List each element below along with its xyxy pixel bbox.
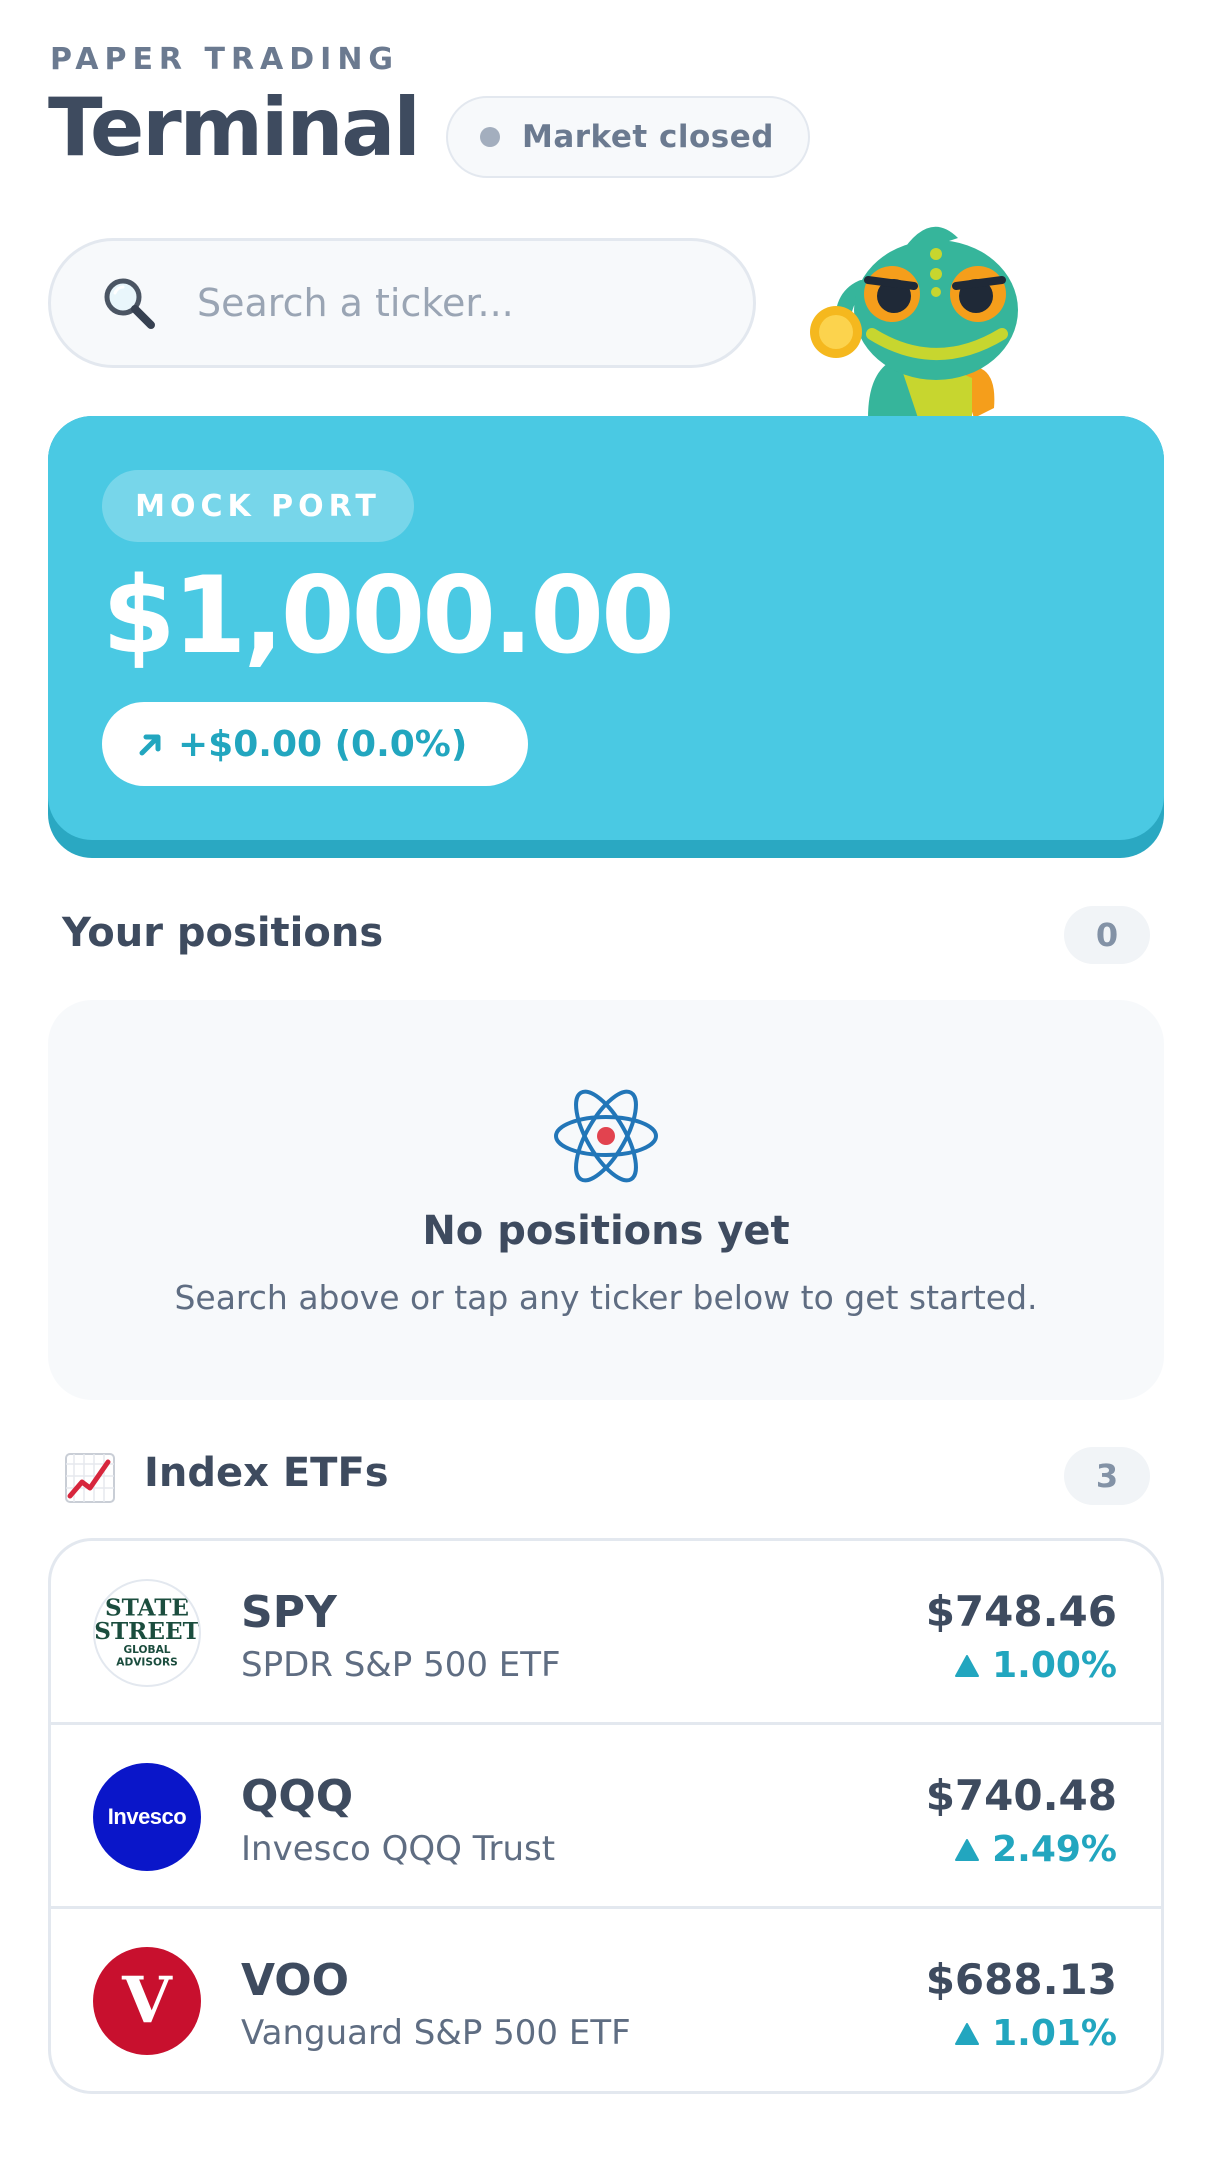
empty-state-title: No positions yet xyxy=(422,1208,790,1254)
chart-increasing-icon xyxy=(65,1453,115,1503)
portfolio-change-value: +$0.00 (0.0%) xyxy=(178,723,468,765)
atom-icon xyxy=(554,1089,658,1183)
positions-heading: Your positions xyxy=(62,910,384,956)
magnifying-glass-icon xyxy=(104,278,155,329)
etf-change-value: 2.49% xyxy=(992,1829,1117,1870)
logo-line-2: STREET xyxy=(95,1618,199,1645)
etf-change-value: 1.01% xyxy=(992,2013,1117,2054)
positions-count-badge: 0 xyxy=(1064,906,1150,964)
arrow-up-right-icon xyxy=(139,734,161,756)
etf-change: 1.01% xyxy=(954,2013,1117,2054)
search-input[interactable] xyxy=(197,281,717,325)
empty-state-text: Search above or tap any ticker below to … xyxy=(174,1278,1038,1317)
invesco-logo-text: Invesco xyxy=(107,1804,187,1829)
etf-change: 2.49% xyxy=(954,1829,1117,1870)
chameleon-mascot-icon xyxy=(810,226,1018,418)
ticker-search[interactable] xyxy=(48,238,756,368)
portfolio-change-badge: +$0.00 (0.0%) xyxy=(102,702,528,786)
portfolio-tag: MOCK PORT xyxy=(102,470,414,542)
etf-price: $740.48 xyxy=(925,1771,1117,1820)
portfolio-card[interactable]: MOCK PORT $1,000.00 +$0.00 (0.0%) xyxy=(48,416,1164,858)
triangle-up-icon xyxy=(955,2022,980,2045)
etf-heading: Index ETFs xyxy=(144,1450,389,1496)
portfolio-card-face: MOCK PORT $1,000.00 +$0.00 (0.0%) xyxy=(48,416,1164,840)
etf-row-voo[interactable]: V VOO Vanguard S&P 500 ETF $688.13 1.01% xyxy=(51,1909,1161,2091)
vanguard-logo-text: V xyxy=(122,1963,172,2038)
positions-empty-state: No positions yet Search above or tap any… xyxy=(48,1000,1164,1400)
etf-ticker: QQQ xyxy=(241,1771,354,1822)
triangle-up-icon xyxy=(955,1654,980,1677)
portfolio-value: $1,000.00 xyxy=(102,554,675,677)
market-status-badge: Market closed xyxy=(446,96,810,178)
logo-line-3: GLOBAL xyxy=(123,1644,170,1656)
invesco-logo: Invesco xyxy=(93,1763,201,1871)
etf-ticker: VOO xyxy=(241,1955,350,2006)
etf-ticker: SPY xyxy=(241,1587,337,1638)
etf-name: Invesco QQQ Trust xyxy=(241,1829,556,1869)
etf-price: $688.13 xyxy=(925,1955,1117,2004)
vanguard-logo: V xyxy=(93,1947,201,2055)
etf-row-qqq[interactable]: Invesco QQQ Invesco QQQ Trust $740.48 2.… xyxy=(51,1725,1161,1909)
etf-price: $748.46 xyxy=(925,1587,1117,1636)
state-street-logo: STATE STREET GLOBAL ADVISORS xyxy=(93,1579,201,1687)
page-eyebrow: PAPER TRADING xyxy=(50,42,400,77)
etf-change: 1.00% xyxy=(954,1645,1117,1686)
status-dot-icon xyxy=(480,127,500,147)
triangle-up-icon xyxy=(955,1838,980,1861)
etf-count-badge: 3 xyxy=(1064,1447,1150,1505)
page-title: Terminal xyxy=(48,81,421,174)
etf-change-value: 1.00% xyxy=(992,1645,1117,1686)
etf-row-spy[interactable]: STATE STREET GLOBAL ADVISORS SPY SPDR S&… xyxy=(51,1541,1161,1725)
logo-line-4: ADVISORS xyxy=(116,1657,177,1669)
etf-list: STATE STREET GLOBAL ADVISORS SPY SPDR S&… xyxy=(48,1538,1164,2094)
etf-name: SPDR S&P 500 ETF xyxy=(241,1645,561,1685)
etf-name: Vanguard S&P 500 ETF xyxy=(241,2013,631,2053)
market-status-label: Market closed xyxy=(522,119,774,155)
